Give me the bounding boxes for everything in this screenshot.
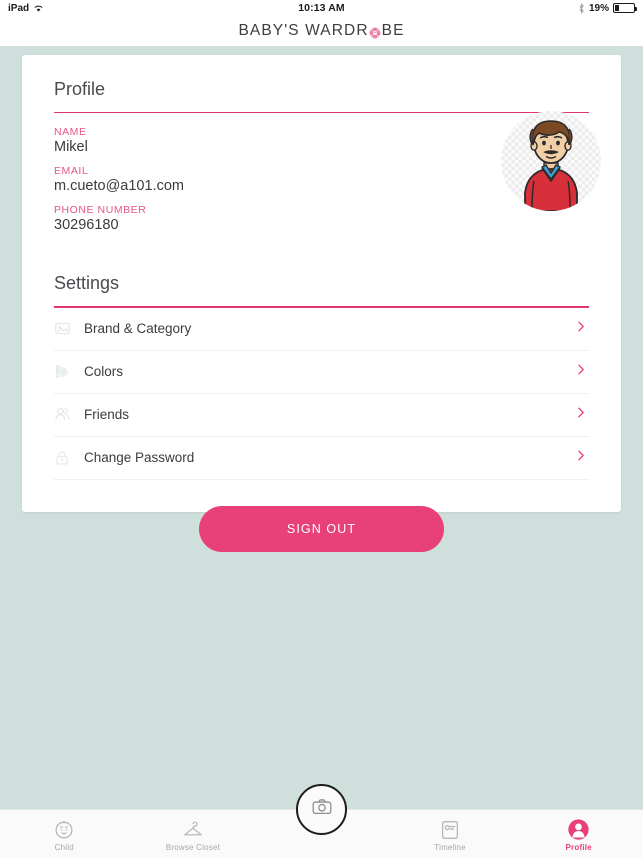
baby-face-icon xyxy=(53,817,75,841)
status-bar-time: 10:13 AM xyxy=(298,2,345,14)
sign-out-button[interactable]: SIGN OUT xyxy=(199,506,444,552)
chevron-right-icon xyxy=(574,363,587,381)
settings-row-label: Change Password xyxy=(84,450,195,466)
tab-timeline[interactable]: Timeline xyxy=(386,810,515,858)
battery-percent: 19% xyxy=(588,2,609,14)
battery-icon xyxy=(613,3,637,13)
app-logo: BABY'S WARDR BE xyxy=(238,22,404,40)
chevron-right-icon xyxy=(574,320,587,338)
avatar xyxy=(501,111,601,212)
settings-row-colors[interactable]: Colors xyxy=(54,351,589,394)
app-header: BABY'S WARDR BE xyxy=(0,16,643,46)
tab-label: Child xyxy=(54,842,74,852)
people-icon xyxy=(54,406,84,423)
phone-value: 30296180 xyxy=(54,217,119,234)
settings-row-friends[interactable]: Friends xyxy=(54,394,589,437)
timeline-card-icon xyxy=(439,817,461,841)
hanger-icon xyxy=(181,817,205,841)
logo-text-after: BE xyxy=(381,22,405,39)
tab-label: Browse Closet xyxy=(165,842,220,852)
camera-capture-button[interactable] xyxy=(296,784,347,835)
settings-row-label: Brand & Category xyxy=(84,321,192,337)
phone-label: PHONE NUMBER xyxy=(54,204,147,217)
color-palette-icon xyxy=(54,363,84,380)
settings-row-label: Friends xyxy=(84,407,130,423)
bluetooth-icon xyxy=(578,2,585,14)
tab-profile[interactable]: Profile xyxy=(514,810,643,858)
profile-heading: Profile xyxy=(54,79,106,99)
tab-browse-closet[interactable]: Browse Closet xyxy=(129,810,258,858)
settings-row-change-password[interactable]: Change Password xyxy=(54,437,589,480)
tab-label: Profile xyxy=(565,842,592,852)
image-tag-icon xyxy=(54,320,84,337)
status-bar: iPad 10:13 AM 19% xyxy=(0,0,643,16)
settings-row-brand-category[interactable]: Brand & Category xyxy=(54,308,589,351)
flower-logo-icon xyxy=(369,26,381,39)
camera-icon xyxy=(311,796,333,823)
profile-card: Profile NAME Mikel EMAIL m.cueto@a101.co… xyxy=(22,55,621,512)
chevron-right-icon xyxy=(574,406,587,424)
lock-icon xyxy=(54,450,84,466)
tab-child[interactable]: Child xyxy=(0,810,129,858)
settings-row-label: Colors xyxy=(84,364,124,380)
settings-heading: Settings xyxy=(54,273,120,294)
person-circle-icon xyxy=(567,817,590,841)
logo-text-before: BABY'S WARDR xyxy=(238,22,369,39)
chevron-right-icon xyxy=(574,449,587,467)
status-bar-right: 19% xyxy=(578,2,637,14)
profile-fields: NAME Mikel EMAIL m.cueto@a101.com PHONE … xyxy=(54,111,601,234)
tab-label: Timeline xyxy=(434,842,466,852)
